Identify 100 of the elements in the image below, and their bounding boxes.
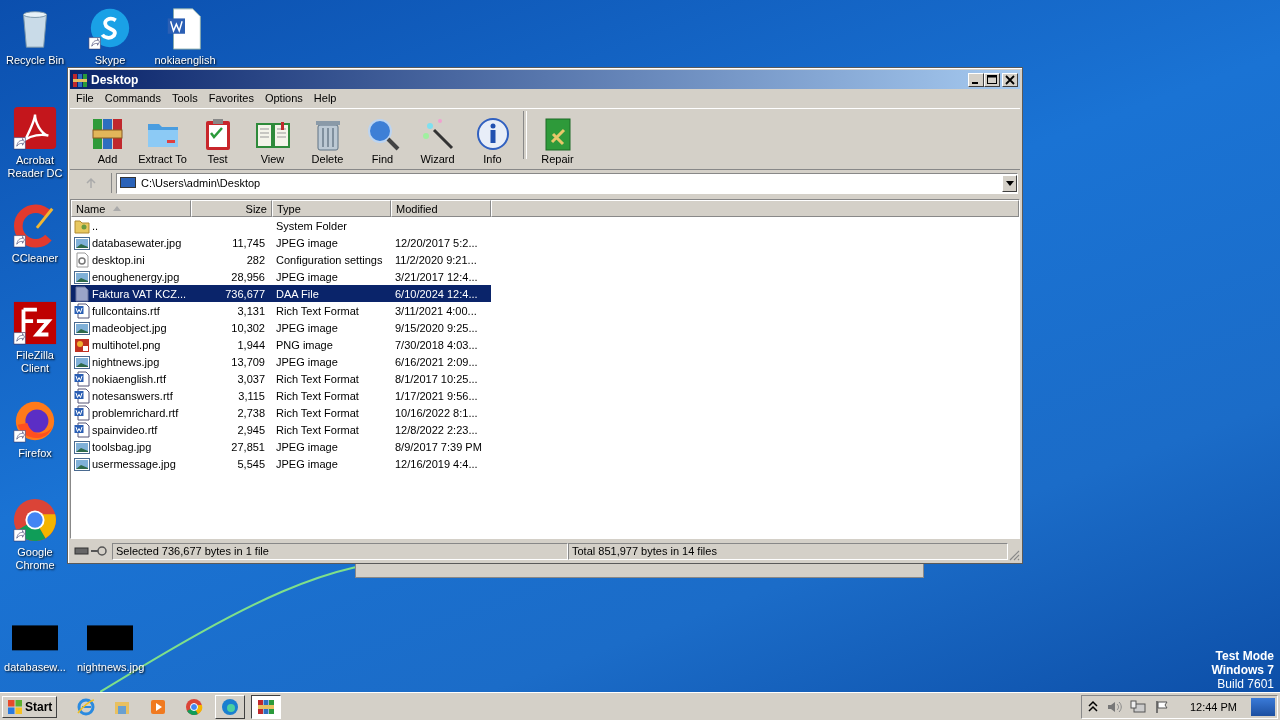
window-title: Desktop xyxy=(91,72,140,87)
column-header[interactable]: Name xyxy=(71,200,191,217)
desktop-icon-label[interactable]: Recycle Bin xyxy=(2,54,68,67)
file-row[interactable]: notesanswers.rtf 3,115 Rich Text Format 1/17/2021 9:56... xyxy=(71,387,491,404)
desktop-icon-label[interactable]: Skype xyxy=(77,54,143,67)
file-row[interactable]: usermessage.jpg 5,545 JPEG image 12/16/2019 4:4... xyxy=(71,455,491,472)
system-notice: Build 7601 xyxy=(1217,677,1274,691)
file-row[interactable]: problemrichard.rtf 2,738 Rich Text Format 10/16/2022 8:1... xyxy=(71,404,491,421)
desktop-icon-label[interactable]: nightnews.jpg xyxy=(77,661,143,674)
toolbar-button[interactable]: Repair xyxy=(530,116,585,165)
menu-item[interactable]: Favorites xyxy=(203,92,260,104)
menu-item[interactable]: File xyxy=(71,92,100,104)
file-row[interactable]: madeobject.jpg 10,302 JPEG image 9/15/2020 9:25... xyxy=(71,319,491,336)
address-field[interactable]: C:\Users\admin\Desktop xyxy=(116,172,1018,194)
file-row[interactable]: .. System Folder xyxy=(71,217,491,234)
file-size: 282 xyxy=(246,253,265,266)
desktop-icon-label[interactable]: CCleaner xyxy=(2,252,68,265)
toolbar-button[interactable]: Add xyxy=(80,116,135,165)
desktop-icon-label[interactable]: Google Chrome xyxy=(2,546,68,572)
toolbar-button[interactable]: Find xyxy=(355,116,410,165)
menu-item[interactable]: Options xyxy=(259,92,309,104)
desktop-icon-label[interactable]: Firefox xyxy=(2,447,68,460)
file-type: JPEG image xyxy=(276,457,338,470)
file-size: 1,944 xyxy=(237,338,265,351)
image-file-icon xyxy=(74,336,90,353)
archive-books-icon[interactable] xyxy=(251,694,282,719)
clock[interactable]: 12:44 PM xyxy=(1189,700,1237,713)
flag-icon[interactable] xyxy=(1153,699,1170,714)
image-file-icon xyxy=(74,455,90,472)
file-modified: 8/1/2017 10:25... xyxy=(395,372,478,385)
menu-item[interactable]: Tools xyxy=(167,92,204,104)
file-type: Rich Text Format xyxy=(276,372,359,385)
file-row[interactable]: Faktura VAT KCZ... 736,677 DAA File 6/10/2024 12:4... xyxy=(71,285,491,302)
file-name: notesanswers.rtf xyxy=(92,389,173,402)
file-name: multihotel.png xyxy=(92,338,161,351)
document-icon xyxy=(74,404,90,421)
file-name: enoughenergy.jpg xyxy=(92,270,180,283)
info-icon xyxy=(474,116,511,152)
archive-books-icon xyxy=(72,71,88,88)
file-size: 2,945 xyxy=(237,423,265,436)
file-modified: 7/30/2018 4:03... xyxy=(395,338,478,351)
file-modified: 11/2/2020 9:21... xyxy=(395,253,477,266)
toolbar-button[interactable]: Test xyxy=(190,116,245,165)
file-row[interactable]: enoughenergy.jpg 28,956 JPEG image 3/21/2017 12:4... xyxy=(71,268,491,285)
file-row[interactable]: toolsbag.jpg 27,851 JPEG image 8/9/2017 7:39 PM xyxy=(71,438,491,455)
file-row[interactable]: nightnews.jpg 13,709 JPEG image 6/16/2021 2:09... xyxy=(71,353,491,370)
toolbar-button[interactable]: Delete xyxy=(300,116,355,165)
desktop-icon-label[interactable]: nokiaenglish xyxy=(152,54,218,67)
column-header[interactable]: Type xyxy=(272,200,391,217)
column-header[interactable]: Size xyxy=(191,200,272,217)
file-row[interactable]: nokiaenglish.rtf 3,037 Rich Text Format 8/1/2017 10:25... xyxy=(71,370,491,387)
desktop-icon-label[interactable]: FileZilla Client xyxy=(2,349,68,375)
file-name: madeobject.jpg xyxy=(92,321,167,334)
file-name: nightnews.jpg xyxy=(92,355,160,368)
menu-item[interactable]: Commands xyxy=(99,92,167,104)
status-text: Total 851,977 bytes in 14 files xyxy=(568,542,1008,560)
browser-icon[interactable] xyxy=(215,694,246,719)
resize-grip-icon[interactable] xyxy=(1008,549,1020,561)
menu-item[interactable]: Help xyxy=(308,92,343,104)
file-row[interactable]: fullcontains.rtf 3,131 Rich Text Format 3/11/2021 4:00... xyxy=(71,302,491,319)
file-modified: 3/11/2021 4:00... xyxy=(395,304,477,317)
file-name: .. xyxy=(92,219,99,232)
app-icon[interactable] xyxy=(12,105,58,151)
column-header[interactable]: Modified xyxy=(391,200,491,217)
file-row[interactable]: databasewater.jpg 11,745 JPEG image 12/20/2017 5:2... xyxy=(71,234,491,251)
file-size: 28,956 xyxy=(231,270,265,283)
maximize-button[interactable] xyxy=(984,72,1000,87)
show-desktop-button[interactable] xyxy=(1251,697,1275,716)
toolbar-button[interactable]: Extract To xyxy=(135,116,190,165)
minimize-button[interactable] xyxy=(968,72,984,87)
speaker-icon[interactable] xyxy=(1105,699,1122,714)
desktop-icon-label[interactable]: Acrobat Reader DC xyxy=(2,154,68,180)
dropdown-button[interactable] xyxy=(1002,174,1017,192)
app-icon[interactable] xyxy=(12,497,58,543)
file-name: desktop.ini xyxy=(92,253,145,266)
file-type: JPEG image xyxy=(276,236,338,249)
toolbar-button[interactable]: Info xyxy=(465,116,520,165)
file-row[interactable]: spainvideo.rtf 2,945 Rich Text Format 12/8/2022 2:23... xyxy=(71,421,491,438)
minimize-icon xyxy=(972,81,978,84)
start-button[interactable]: Start xyxy=(2,695,58,718)
file-size: 3,115 xyxy=(238,389,265,402)
file-type: Rich Text Format xyxy=(276,304,359,317)
close-button[interactable] xyxy=(1002,72,1018,87)
file-row[interactable]: multihotel.png 1,944 PNG image 7/30/2018 4:03... xyxy=(71,336,491,353)
toolbar-button[interactable]: Wizard xyxy=(410,116,465,165)
toolbar-button[interactable]: View xyxy=(245,116,300,165)
app-icon[interactable] xyxy=(12,300,58,346)
file-name: toolsbag.jpg xyxy=(92,440,152,453)
file-row[interactable]: desktop.ini 282 Configuration settings 11/2/2020 9:21... xyxy=(71,251,491,268)
close-icon xyxy=(1005,74,1015,85)
file-modified: 1/17/2021 9:56... xyxy=(395,389,478,402)
file-size: 736,677 xyxy=(225,287,265,300)
file-type: Configuration settings xyxy=(276,253,383,266)
settings-file-icon xyxy=(74,251,90,268)
desktop-icon-label[interactable]: databasew... xyxy=(2,661,68,674)
maximize-icon xyxy=(987,74,997,85)
chevron-up-icon[interactable] xyxy=(1087,699,1098,714)
network-icon[interactable] xyxy=(1129,699,1146,714)
image-file-icon xyxy=(74,268,90,285)
document-icon xyxy=(74,387,90,404)
